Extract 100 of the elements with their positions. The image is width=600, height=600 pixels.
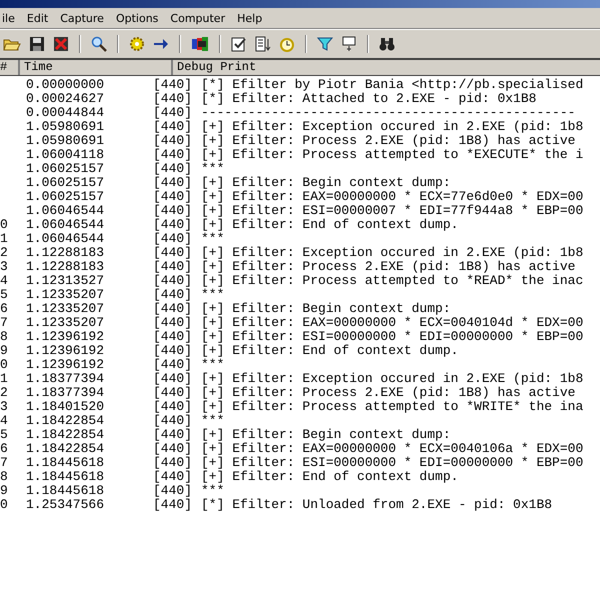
process-id-cell-text: [440]	[153, 442, 194, 456]
column-header[interactable]: Time	[20, 60, 173, 75]
menu-item[interactable]: Options	[110, 12, 164, 24]
time-cell: 1.18377394	[26, 385, 104, 400]
menu-item[interactable]: Computer	[164, 12, 232, 24]
process-id-cell-text: [440]	[153, 372, 194, 386]
process-id-cell-text: [440]	[153, 274, 194, 288]
process-id-cell-text: [440]	[153, 78, 194, 92]
debug-message: [+] Efilter: End of context dump.	[201, 218, 458, 232]
debug-message: [+] Efilter: Process 2.EXE (pid: 1B8) has active	[201, 134, 576, 148]
row-number: 0	[0, 217, 8, 232]
process-id-cell-text: [440]	[153, 120, 194, 134]
time-cell: 1.05980691	[26, 119, 104, 134]
time-cell: 1.12396192	[26, 343, 104, 358]
process-id-cell-text: [440]	[153, 302, 194, 316]
time-cell: 1.12335207	[26, 315, 104, 330]
debug-message: [+] Efilter: Exception occured in 2.EXE (pid: 1b8	[201, 120, 584, 134]
row-number: 9	[0, 483, 8, 498]
process-id-cell-text: [440]	[153, 176, 194, 190]
row-number: 5	[0, 427, 8, 442]
row-number: 1	[0, 231, 8, 246]
debug-message: ***	[201, 232, 224, 246]
process-id-cell-text: [440]	[153, 92, 194, 106]
debug-message: [+] Efilter: Process attempted to *WRITE* the ina	[201, 400, 584, 414]
row-number: 1	[0, 371, 8, 386]
process-id-cell-text: [440]	[153, 232, 194, 246]
time-cell: 1.18445618	[26, 455, 104, 470]
time-cell: 1.25347566	[26, 497, 104, 512]
time-cell: 1.18445618	[26, 469, 104, 484]
time-cell: 1.12313527	[26, 273, 104, 288]
debug-message: [+] Efilter: ESI=00000007 * EDI=77f944a8 * EBP=00	[201, 204, 584, 218]
debug-message: [+] Efilter: Begin context dump:	[201, 428, 451, 442]
process-id-cell-text: [440]	[153, 344, 194, 358]
row-number: 2	[0, 245, 8, 260]
debug-message: [+] Efilter: Exception occured in 2.EXE (pid: 1b8	[201, 246, 584, 260]
process-id-cell-text: [440]	[153, 148, 194, 162]
time-cell: 1.05980691	[26, 133, 104, 148]
process-id-cell-text: [440]	[153, 484, 194, 498]
row-number: 8	[0, 329, 8, 344]
row-number: 6	[0, 301, 8, 316]
row-number: 0	[0, 357, 8, 372]
process-id-cell-text: [440]	[153, 400, 194, 414]
row-number: 7	[0, 315, 8, 330]
time-cell: 1.06025157	[26, 175, 104, 190]
time-cell: 0.00000000	[26, 77, 104, 92]
debug-message: ***	[201, 288, 224, 302]
debug-message: [+] Efilter: EAX=00000000 * ECX=77e6d0e0 * EDX=00	[201, 190, 584, 204]
time-cell: 1.06025157	[26, 189, 104, 204]
time-cell: 1.12396192	[26, 357, 104, 372]
time-cell: 1.18401520	[26, 399, 104, 414]
time-cell: 1.12288183	[26, 245, 104, 260]
process-id-cell-text: [440]	[153, 330, 194, 344]
process-id-cell-text: [440]	[153, 204, 194, 218]
row-number: 0	[0, 497, 8, 512]
menu-item[interactable]: Help	[231, 12, 268, 24]
process-id-cell-text: [440]	[153, 246, 194, 260]
debug-message: ***	[201, 484, 224, 498]
debug-message: [*] Efilter by Piotr Bania <http://pb.specialised	[201, 78, 584, 92]
debug-message: [*] Efilter: Attached to 2.EXE - pid: 0x1B8	[201, 92, 536, 106]
time-cell: 1.12288183	[26, 259, 104, 274]
debug-message: [*] Efilter: Unloaded from 2.EXE - pid: 0x1B8	[201, 498, 552, 512]
debug-message: ***	[201, 162, 224, 176]
time-cell: 1.06046544	[26, 203, 104, 218]
time-cell: 1.06046544	[26, 231, 104, 246]
debug-message: [+] Efilter: End of context dump.	[201, 344, 458, 358]
time-cell: 0.00044844	[26, 105, 104, 120]
debug-message: [+] Efilter: Process 2.EXE (pid: 1B8) has active	[201, 260, 576, 274]
process-id-cell-text: [440]	[153, 134, 194, 148]
row-number: 4	[0, 413, 8, 428]
process-id-cell-text: [440]	[153, 428, 194, 442]
row-number: 6	[0, 441, 8, 456]
time-cell: 1.06046544	[26, 217, 104, 232]
process-id-cell-text: [440]	[153, 498, 194, 512]
time-cell: 1.06004118	[26, 147, 104, 162]
menu-item[interactable]: ile	[0, 12, 21, 24]
column-header[interactable]: Debug Print	[173, 60, 600, 75]
time-cell: 1.18422854	[26, 413, 104, 428]
debug-message: [+] Efilter: EAX=00000000 * ECX=0040104d * EDX=00	[201, 316, 584, 330]
row-number: 7	[0, 455, 8, 470]
process-id-cell-text: [440]	[153, 162, 194, 176]
debug-message: [+] Efilter: End of context dump.	[201, 470, 458, 484]
debug-message: [+] Efilter: Process 2.EXE (pid: 1B8) has active	[201, 386, 576, 400]
debug-message: [+] Efilter: ESI=00000000 * EDI=00000000 * EBP=00	[201, 330, 584, 344]
process-id-cell-text: [440]	[153, 358, 194, 372]
debug-message: [+] Efilter: EAX=00000000 * ECX=0040106a * EDX=00	[201, 442, 584, 456]
time-cell: 1.12335207	[26, 287, 104, 302]
process-id-cell-text: [440]	[153, 470, 194, 484]
time-cell: 1.12335207	[26, 301, 104, 316]
time-cell: 1.18445618	[26, 483, 104, 498]
row-number: 9	[0, 343, 8, 358]
time-cell: 1.18377394	[26, 371, 104, 386]
process-id-cell-text: [440]	[153, 414, 194, 428]
row-number: 3	[0, 259, 8, 274]
process-id-cell-text: [440]	[153, 456, 194, 470]
process-id-cell-text: [440]	[153, 316, 194, 330]
menu-item[interactable]: Edit	[20, 12, 54, 24]
time-cell: 1.18422854	[26, 427, 104, 442]
menu-item[interactable]: Capture	[54, 12, 110, 24]
column-header[interactable]: #	[0, 60, 20, 75]
debug-message: [+] Efilter: Process attempted to *EXECUTE* the i	[201, 148, 584, 162]
